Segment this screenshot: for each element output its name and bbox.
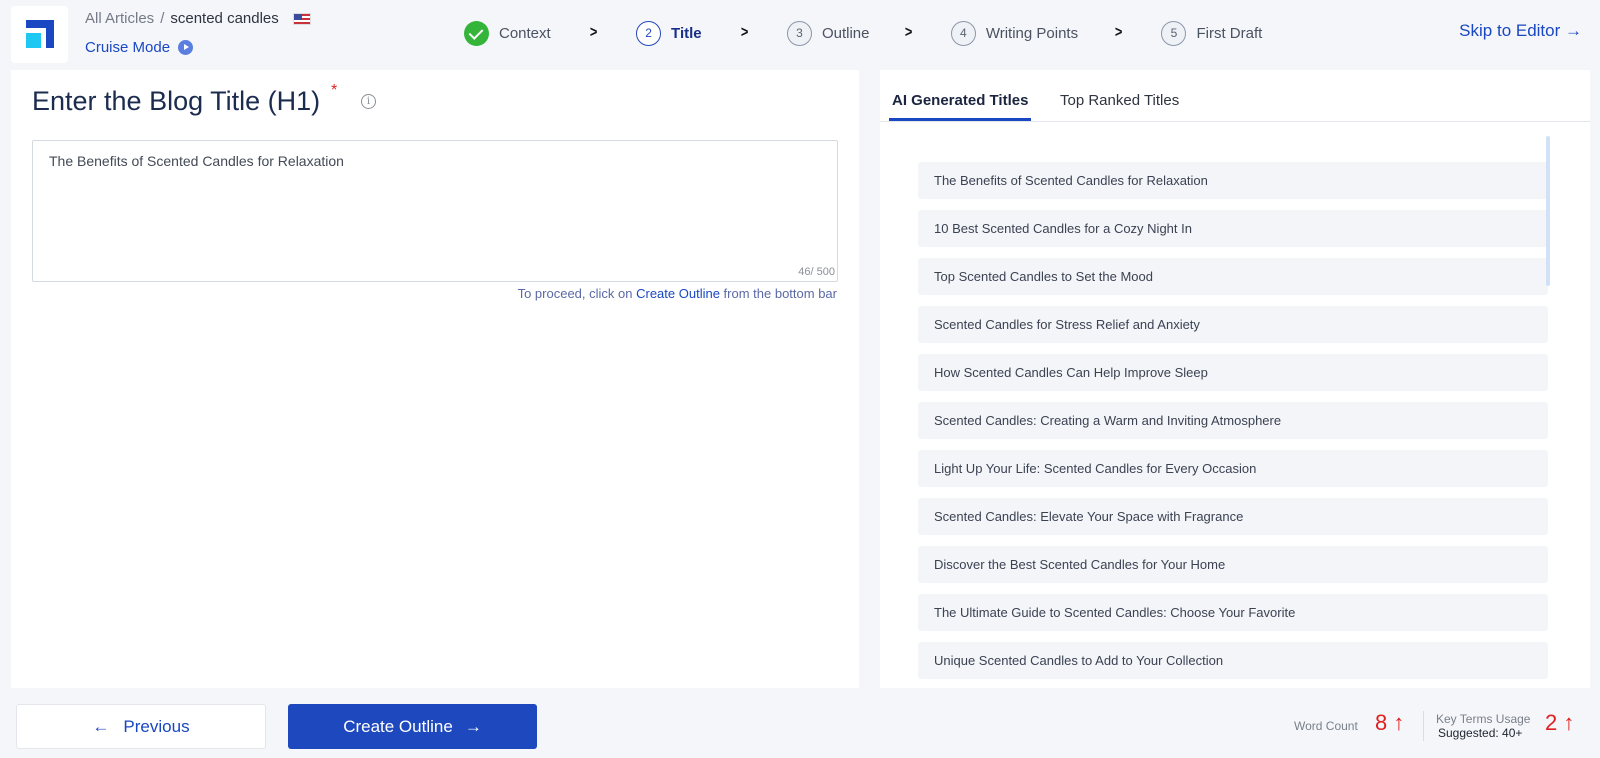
blog-title-input[interactable] xyxy=(32,140,838,282)
stats-divider xyxy=(1423,711,1424,741)
step-writing-points[interactable]: 4 Writing Points xyxy=(950,20,1079,46)
chevron-right-icon: > xyxy=(589,24,598,41)
word-count-value: 8 ↑ xyxy=(1375,710,1405,735)
step-label: Context xyxy=(499,24,551,42)
title-suggestion[interactable]: Top Scented Candles to Set the Mood xyxy=(918,258,1548,295)
hint-prefix: To proceed, click on xyxy=(517,286,637,301)
breadcrumb-separator: / xyxy=(160,10,165,27)
title-suggestion[interactable]: 10 Best Scented Candles for a Cozy Night… xyxy=(918,210,1548,247)
hint-suffix: from the bottom bar xyxy=(719,286,837,301)
title-suggestion[interactable]: Discover the Best Scented Candles for Yo… xyxy=(918,546,1548,583)
arrow-left-icon: ← xyxy=(92,716,110,736)
step-label: Writing Points xyxy=(985,24,1079,42)
breadcrumb: All Articles / scented candles xyxy=(85,10,311,27)
title-suggestion[interactable]: The Benefits of Scented Candles for Rela… xyxy=(918,162,1548,199)
breadcrumb-current: scented candles xyxy=(170,10,279,27)
cruise-mode-link[interactable]: Cruise Mode xyxy=(85,39,194,56)
check-icon xyxy=(464,20,489,46)
required-indicator: * xyxy=(331,82,338,99)
play-icon xyxy=(178,40,194,55)
key-terms-suggested: Suggested: 40+ xyxy=(1438,726,1523,740)
step-number: 5 xyxy=(1161,20,1187,46)
logo-mark-side xyxy=(46,20,54,48)
tab-ai-generated-titles[interactable]: AI Generated Titles xyxy=(888,92,1032,121)
previous-label: Previous xyxy=(123,716,190,736)
title-suggestion[interactable]: The Ultimate Guide to Scented Candles: C… xyxy=(918,594,1548,631)
title-suggestion[interactable]: How Scented Candles Can Help Improve Sle… xyxy=(918,354,1548,391)
tab-top-ranked-titles[interactable]: Top Ranked Titles xyxy=(1060,92,1179,121)
chevron-right-icon: > xyxy=(740,24,749,41)
title-suggestion[interactable]: Light Up Your Life: Scented Candles for … xyxy=(918,450,1548,487)
key-terms-label: Key Terms Usage xyxy=(1436,712,1531,726)
app-logo[interactable] xyxy=(11,6,68,63)
list-scrollbar[interactable] xyxy=(1546,136,1550,286)
create-outline-label: Create Outline xyxy=(343,716,453,736)
title-suggestions-panel: AI Generated Titles Top Ranked Titles Th… xyxy=(880,70,1590,688)
progress-stepper: Context > 2 Title > 3 Outline > 4 Writin… xyxy=(464,20,1262,46)
cruise-mode-label: Cruise Mode xyxy=(85,39,171,56)
info-icon[interactable]: i xyxy=(361,94,376,109)
chevron-right-icon: > xyxy=(904,24,912,41)
proceed-hint: To proceed, click on Create Outline from… xyxy=(518,286,837,301)
step-label: Outline xyxy=(821,24,870,42)
title-suggestion[interactable]: Scented Candles: Elevate Your Space with… xyxy=(918,498,1548,535)
create-outline-button[interactable]: Create Outline → xyxy=(288,704,537,749)
step-title[interactable]: 2 Title xyxy=(636,20,702,46)
hint-create-outline-link[interactable]: Create Outline xyxy=(636,286,720,301)
step-number: 2 xyxy=(636,20,662,46)
previous-button[interactable]: ← Previous xyxy=(16,704,266,749)
suggestion-tabs: AI Generated Titles Top Ranked Titles xyxy=(880,70,1590,122)
title-editor-panel: Enter the Blog Title (H1) * i 46/ 500 To… xyxy=(11,70,859,688)
logo-mark-square xyxy=(26,33,41,48)
word-count-label: Word Count xyxy=(1294,719,1358,733)
title-suggestion-list: The Benefits of Scented Candles for Rela… xyxy=(918,162,1548,690)
chevron-right-icon: > xyxy=(1115,24,1123,41)
arrow-right-icon: → xyxy=(464,716,482,736)
title-suggestion[interactable]: Scented Candles for Stress Relief and An… xyxy=(918,306,1548,343)
step-first-draft[interactable]: 5 First Draft xyxy=(1161,20,1263,46)
step-number: 4 xyxy=(950,20,976,46)
title-suggestion[interactable]: Scented Candles: Creating a Warm and Inv… xyxy=(918,402,1548,439)
page-title: Enter the Blog Title (H1) xyxy=(32,86,321,116)
us-flag-icon xyxy=(292,12,311,25)
step-outline[interactable]: 3 Outline xyxy=(786,20,870,46)
title-suggestion[interactable]: Unique Scented Candles to Add to Your Co… xyxy=(918,642,1548,679)
character-count: 46/ 500 xyxy=(798,266,835,278)
skip-to-editor-link[interactable]: Skip to Editor → xyxy=(1459,21,1582,41)
step-label: First Draft xyxy=(1196,24,1263,42)
step-label: Title xyxy=(671,24,702,42)
step-context[interactable]: Context xyxy=(464,20,551,46)
breadcrumb-all-articles[interactable]: All Articles xyxy=(85,10,154,27)
step-number: 3 xyxy=(786,20,812,46)
key-terms-value: 2 ↑ xyxy=(1545,710,1575,735)
